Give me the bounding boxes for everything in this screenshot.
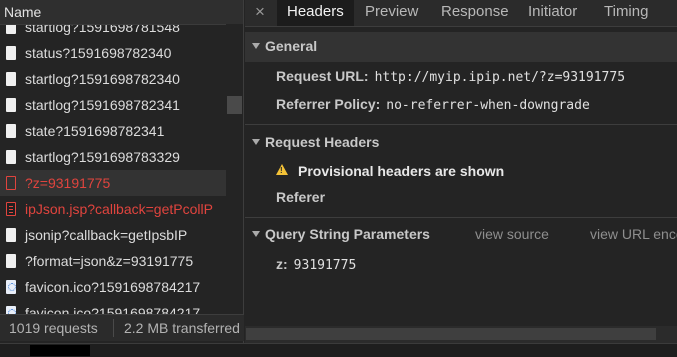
request-row[interactable]: state?1591698782341 — [0, 118, 226, 144]
request-name: startlog?1591698783329 — [25, 149, 180, 165]
query-string-title: Query String Parameters — [265, 226, 430, 242]
general-title: General — [265, 38, 318, 54]
request-row[interactable]: startlog?1591698783329 — [0, 144, 226, 170]
favicon-icon — [6, 280, 16, 294]
request-name: favicon.ico?1591698784217 — [25, 279, 201, 295]
request-url-label: Request URL: — [276, 68, 369, 84]
tab-response[interactable]: Response — [441, 3, 509, 20]
request-url-row: Request URL: http://myip.ipip.net/?z=9319… — [276, 68, 625, 85]
provisional-headers-warning: Provisional headers are shown — [298, 163, 504, 179]
collapse-triangle-icon[interactable] — [252, 231, 260, 237]
panel-divider[interactable] — [243, 0, 244, 343]
referer-label: Referer — [276, 189, 326, 205]
request-name: ?z=93191775 — [25, 175, 111, 191]
referrer-policy-label: Referrer Policy: — [276, 96, 381, 112]
drawer-handle — [30, 345, 90, 356]
request-row[interactable]: jsonip?callback=getIpsbIP — [0, 222, 226, 248]
request-url-value: http://myip.ipip.net/?z=93191775 — [374, 70, 626, 85]
failed-document-icon — [6, 176, 16, 190]
request-count: 1019 requests — [9, 320, 98, 336]
request-list-scroll-thumb[interactable] — [227, 96, 242, 114]
bottom-drawer-edge — [0, 343, 677, 357]
document-icon — [6, 98, 16, 112]
warning-icon-mark: ! — [280, 166, 283, 175]
request-name: startlog?1591698782340 — [25, 71, 180, 87]
collapse-triangle-icon[interactable] — [252, 139, 260, 145]
general-section-header[interactable]: General — [245, 32, 677, 62]
request-row[interactable]: favicon.ico?1591698784217 — [0, 274, 226, 300]
details-scroll-thumb[interactable] — [246, 328, 656, 340]
request-name: ?format=json&z=93191775 — [25, 253, 194, 269]
request-list: startlog?1591698781548 status?15916987823… — [0, 14, 226, 326]
request-name: ipJson.jsp?callback=getPcollP — [25, 201, 213, 217]
status-bar: 1019 requests 2.2 MB transferred — [0, 314, 244, 341]
request-row[interactable]: ipJson.jsp?callback=getPcollP — [0, 196, 226, 222]
view-source-link[interactable]: view source — [475, 226, 549, 242]
referer-row: Referer — [276, 189, 325, 205]
name-column-header[interactable]: Name — [0, 0, 244, 25]
document-icon — [6, 72, 16, 86]
request-row[interactable]: startlog?1591698782341 — [0, 92, 226, 118]
tab-headers[interactable]: Headers — [277, 0, 354, 26]
details-tabbar: × Headers Preview Response Initiator Tim… — [245, 0, 677, 27]
request-row[interactable]: startlog?1591698782340 — [0, 66, 226, 92]
warning-text: Provisional headers are shown — [298, 163, 505, 179]
referrer-policy-row: Referrer Policy: no-referrer-when-downgra… — [276, 96, 590, 113]
script-icon — [6, 202, 16, 216]
request-name: state?1591698782341 — [25, 123, 165, 139]
status-separator — [113, 319, 114, 337]
document-icon — [6, 150, 16, 164]
section-divider — [245, 124, 677, 125]
request-details-panel: × Headers Preview Response Initiator Tim… — [245, 0, 677, 343]
request-row[interactable]: ?format=json&z=93191775 — [0, 248, 226, 274]
request-headers-section-header[interactable]: Request Headers — [245, 128, 677, 158]
query-param-row: z: 93191775 — [276, 256, 356, 273]
tab-initiator[interactable]: Initiator — [528, 3, 577, 20]
request-list-scrollbar[interactable] — [226, 24, 244, 314]
tab-timing[interactable]: Timing — [604, 3, 648, 20]
document-icon — [6, 254, 16, 268]
referrer-policy-value: no-referrer-when-downgrade — [386, 98, 590, 113]
section-divider — [245, 217, 677, 218]
document-icon — [6, 228, 16, 242]
tab-preview[interactable]: Preview — [365, 3, 418, 20]
requests-panel: startlog?1591698781548 status?15916987823… — [0, 0, 244, 343]
view-url-encoded-link[interactable]: view URL encoded — [590, 226, 677, 242]
close-icon[interactable]: × — [255, 2, 265, 22]
request-name: startlog?1591698782341 — [25, 97, 180, 113]
query-param-key: z: — [276, 256, 288, 272]
request-name: jsonip?callback=getIpsbIP — [25, 227, 188, 243]
request-name: status?1591698782340 — [25, 45, 172, 61]
request-headers-title: Request Headers — [265, 134, 380, 150]
transferred-size: 2.2 MB transferred — [124, 320, 240, 336]
request-row[interactable]: status?1591698782340 — [0, 40, 226, 66]
request-row[interactable]: ?z=93191775 — [0, 170, 226, 196]
document-icon — [6, 46, 16, 60]
name-column-label: Name — [4, 4, 42, 20]
document-icon — [6, 124, 16, 138]
query-param-value: 93191775 — [293, 258, 357, 273]
collapse-triangle-icon[interactable] — [252, 43, 260, 49]
